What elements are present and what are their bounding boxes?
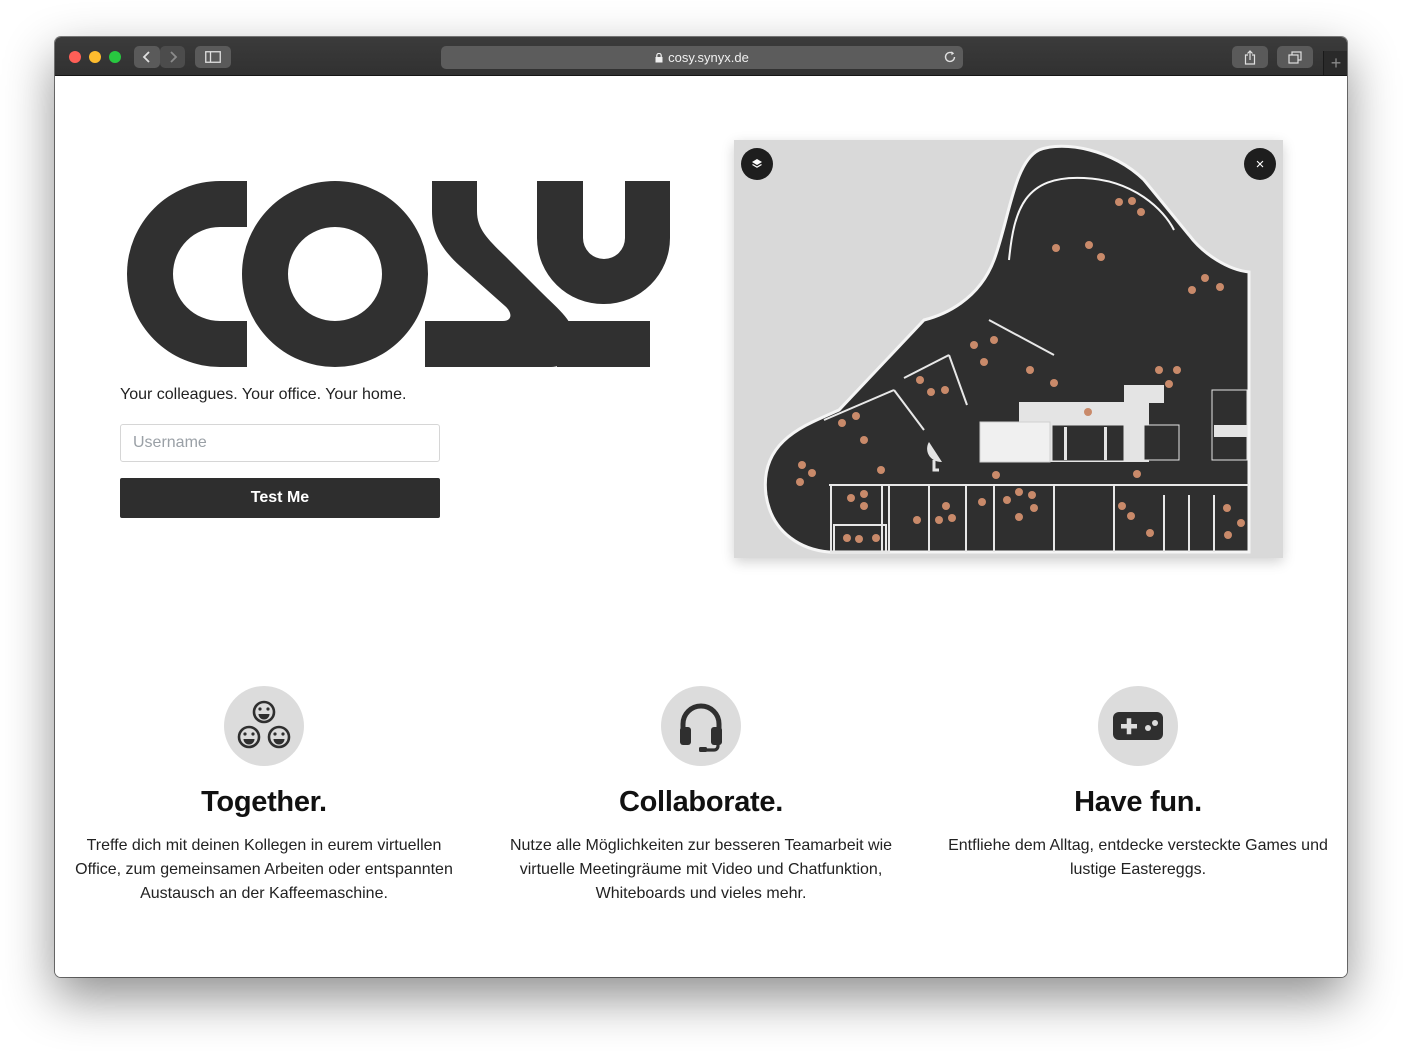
tabs-overview-button[interactable] — [1277, 46, 1313, 68]
group-faces-icon — [237, 700, 291, 749]
feature-title: Together. — [201, 786, 327, 818]
minimize-window-button[interactable] — [89, 51, 101, 63]
feature-icon-circle — [1098, 686, 1178, 766]
layers-button[interactable] — [741, 148, 773, 180]
reload-icon[interactable] — [943, 50, 957, 67]
new-tab-button[interactable]: + — [1323, 51, 1347, 75]
feature-title: Have fun. — [1074, 786, 1202, 818]
page-content: Your colleagues. Your office. Your home.… — [55, 76, 1347, 977]
share-icon — [1244, 49, 1256, 65]
browser-window: cosy.synyx.de + Your colleagues. Your of… — [55, 37, 1347, 977]
browser-titlebar: cosy.synyx.de + — [55, 37, 1347, 76]
feature-icon-circle — [224, 686, 304, 766]
office-floor-plan — [763, 144, 1251, 554]
feature-text: Nutze alle Möglichkeiten zur besseren Te… — [509, 837, 893, 902]
zoom-window-button[interactable] — [109, 51, 121, 63]
feature-have-fun: Have fun. Entfliehe dem Alltag, entdecke… — [938, 686, 1338, 882]
map-close-button[interactable]: × — [1244, 148, 1276, 180]
close-window-button[interactable] — [69, 51, 81, 63]
back-button[interactable] — [134, 46, 160, 68]
test-me-button[interactable]: Test Me — [120, 478, 440, 518]
close-icon: × — [1255, 155, 1265, 173]
cosy-logo — [127, 181, 670, 367]
feature-title: Collaborate. — [619, 786, 783, 818]
office-map[interactable]: × — [734, 140, 1283, 558]
feature-together: Together. Treffe dich mit deinen Kollege… — [64, 686, 464, 906]
headset-icon — [680, 703, 722, 752]
feature-icon-circle — [661, 686, 741, 766]
url-text: cosy.synyx.de — [668, 50, 749, 65]
tagline: Your colleagues. Your office. Your home. — [120, 386, 407, 403]
plus-icon: + — [1330, 52, 1342, 73]
share-button[interactable] — [1232, 46, 1268, 68]
forward-button[interactable] — [160, 46, 185, 68]
lock-icon — [655, 52, 663, 63]
gamepad-icon — [1113, 712, 1163, 740]
layers-icon — [752, 159, 762, 168]
sidebar-toggle-button[interactable] — [195, 46, 231, 68]
chevron-left-icon — [142, 51, 150, 63]
username-input[interactable] — [120, 424, 440, 462]
feature-text: Treffe dich mit deinen Kollegen in eurem… — [75, 837, 453, 902]
sidebar-icon — [205, 51, 221, 63]
address-bar[interactable]: cosy.synyx.de — [441, 46, 963, 69]
tabs-icon — [1288, 50, 1302, 64]
chevron-right-icon — [169, 51, 177, 63]
feature-text: Entfliehe dem Alltag, entdecke versteckt… — [948, 837, 1328, 878]
feature-collaborate: Collaborate. Nutze alle Möglichkeiten zu… — [501, 686, 901, 906]
